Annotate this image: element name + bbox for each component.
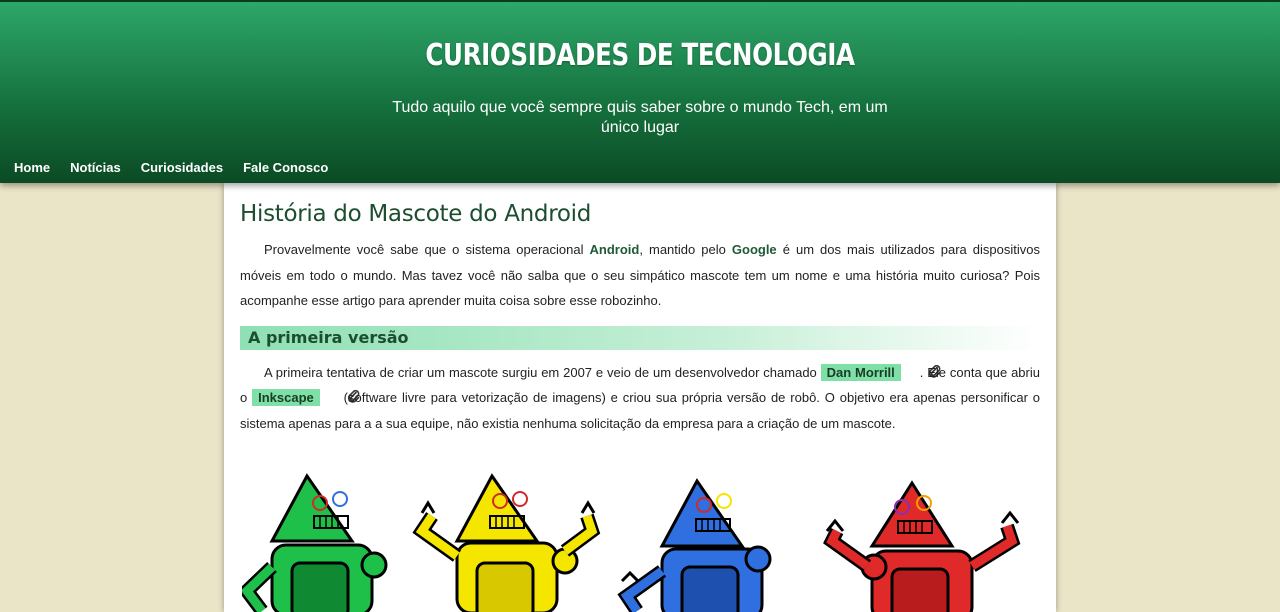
site-header: CURIOSIDADES DE TECNOLOGIA Tudo aquilo q… (0, 0, 1280, 183)
nav-home[interactable]: Home (14, 160, 50, 175)
site-title: CURIOSIDADES DE TECNOLOGIA (425, 38, 855, 73)
blue-robot-image (617, 478, 772, 612)
paperclip-link-icon[interactable] (904, 362, 941, 378)
paperclip-link-icon[interactable] (323, 387, 360, 403)
yellow-robot-image (412, 473, 601, 612)
intro-text-1: Provavelmente você sabe que o sistema op… (264, 242, 590, 257)
section-text-1: A primeira tentativa de criar um mascote… (264, 364, 821, 380)
main-nav: Home Notícias Curiosidades Fale Conosco (14, 160, 328, 175)
nav-fale-conosco[interactable]: Fale Conosco (243, 160, 328, 175)
article-container: História do Mascote do Android Provavelm… (224, 183, 1056, 612)
dan-morrill-link[interactable]: Dan Morrill (820, 363, 901, 381)
section-paragraph: A primeira tentativa de criar um mascote… (240, 360, 1040, 437)
intro-paragraph: Provavelmente você sabe que o sistema op… (240, 237, 1040, 314)
section-heading: A primeira versão (240, 325, 1040, 350)
site-subtitle: Tudo aquilo que você sempre quis saber s… (392, 99, 888, 136)
section-text-3: (software livre para vetorização de imag… (240, 390, 1041, 431)
red-robot-image (823, 480, 1021, 612)
intro-text-2: , mantido pelo (639, 242, 732, 257)
inkscape-link[interactable]: Inkscape (252, 389, 320, 406)
robots-illustration (237, 471, 1042, 612)
nav-noticias[interactable]: Notícias (70, 160, 121, 175)
google-term: Google (731, 242, 777, 257)
green-robot-image (237, 473, 388, 612)
article-title: História do Mascote do Android (240, 201, 592, 227)
nav-curiosidades[interactable]: Curiosidades (141, 160, 223, 175)
android-term: Android (589, 242, 640, 257)
